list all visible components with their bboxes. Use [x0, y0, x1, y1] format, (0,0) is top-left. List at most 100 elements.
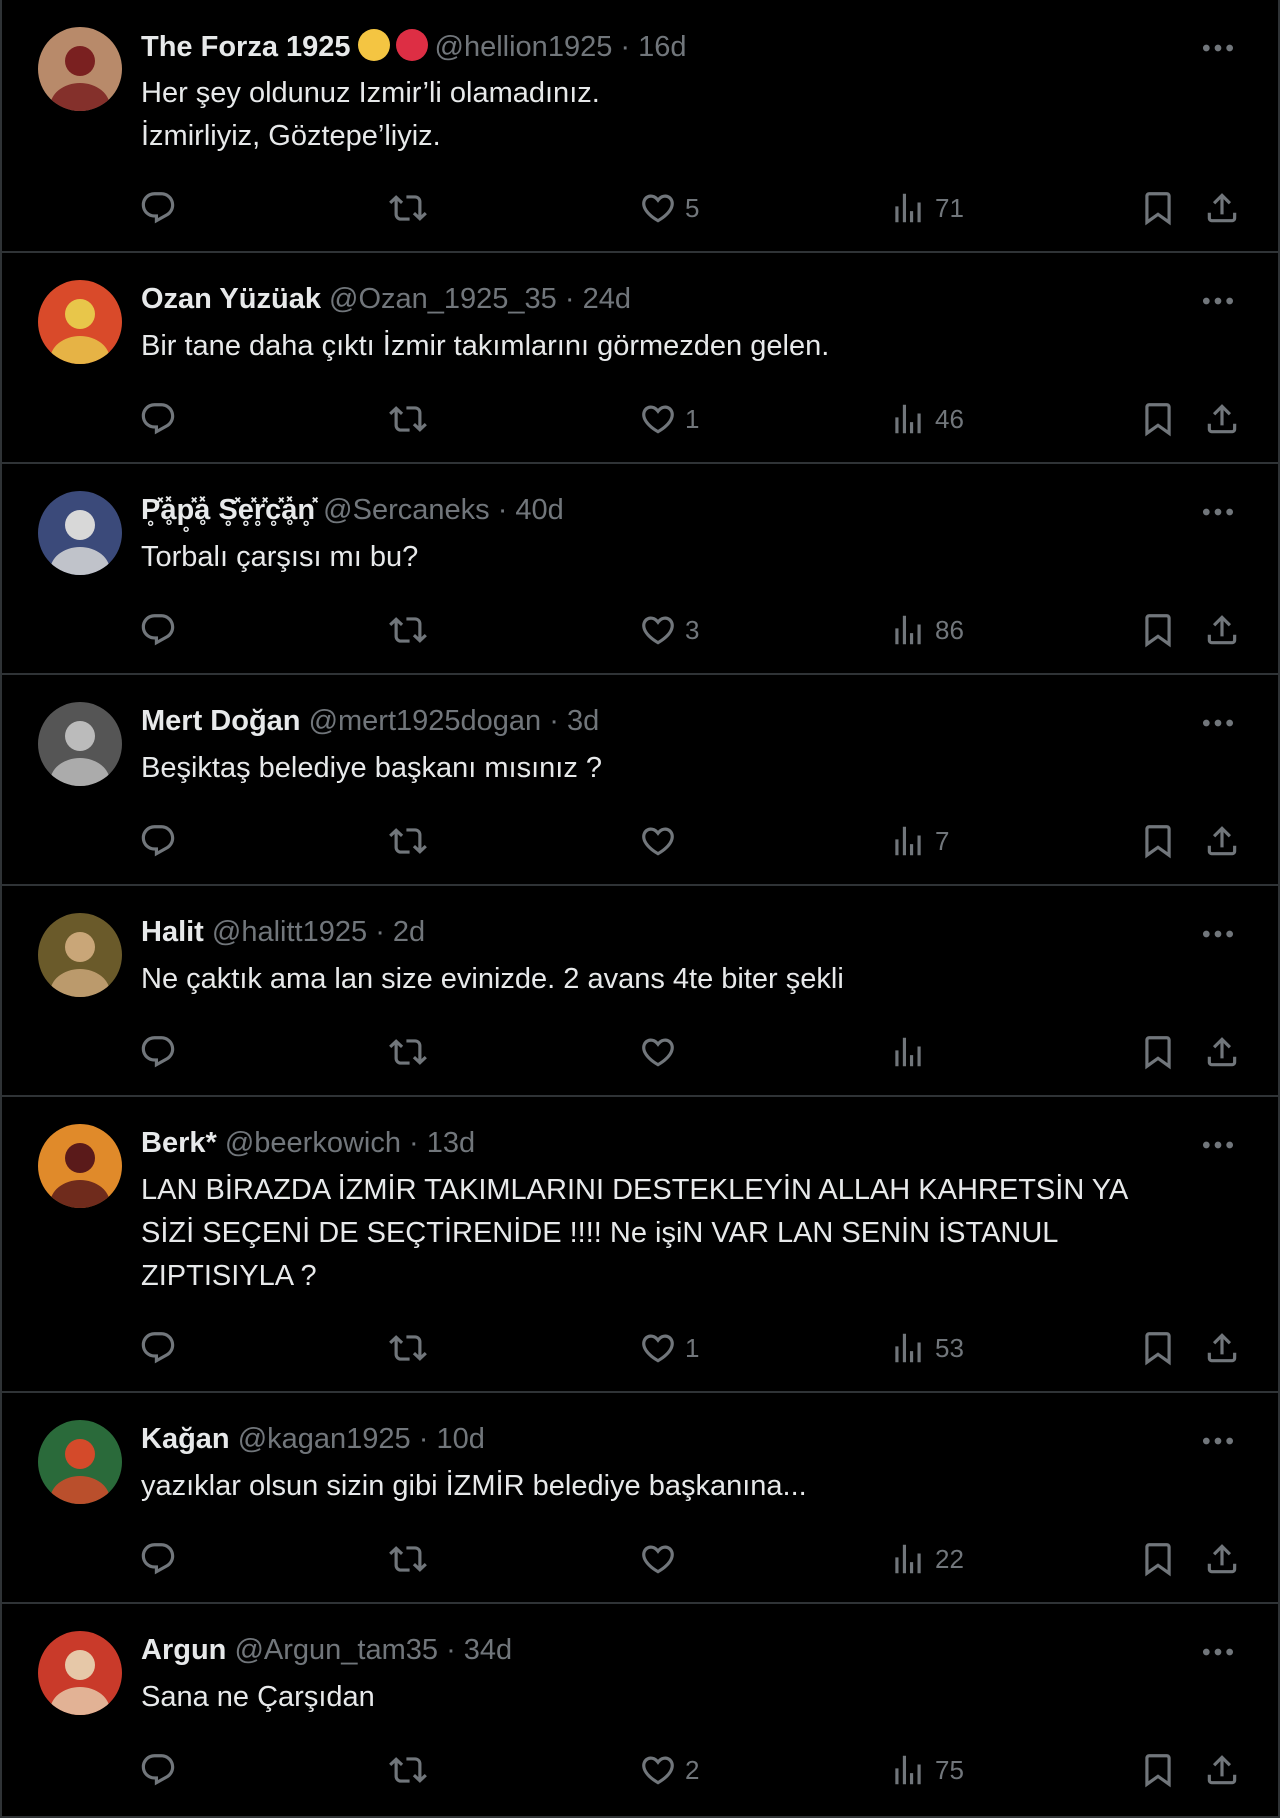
views-button[interactable]: 75 [889, 1745, 964, 1795]
author-handle[interactable]: @Sercaneks [323, 494, 489, 526]
bookmark-button[interactable] [1139, 1027, 1177, 1077]
more-options-icon[interactable] [1198, 28, 1238, 68]
share-button[interactable] [1203, 1323, 1241, 1373]
views-button[interactable]: 22 [889, 1534, 964, 1584]
share-button[interactable] [1203, 605, 1241, 655]
repost-button[interactable] [389, 816, 427, 866]
views-button[interactable]: 71 [889, 183, 964, 233]
reply-button[interactable] [139, 1027, 177, 1077]
like-button[interactable]: 1 [639, 394, 699, 444]
avatar[interactable] [38, 491, 122, 575]
like-button[interactable]: 1 [639, 1323, 699, 1373]
share-button[interactable] [1203, 1745, 1241, 1795]
avatar[interactable] [38, 280, 122, 364]
reply-button[interactable] [139, 394, 177, 444]
share-button[interactable] [1203, 183, 1241, 233]
bookmark-icon [1139, 1033, 1177, 1071]
bookmark-button[interactable] [1139, 1745, 1177, 1795]
like-button[interactable]: 3 [639, 605, 699, 655]
reply-post[interactable]: The Forza 1925 @hellion1925 · 16d Her şey … [2, 0, 1278, 253]
author-name[interactable]: P̥̽ḁ̽p̥̽ḁ̽ S̥̽e̥̽r̥̽c̥̽ḁ̽n̥̽ [141, 494, 315, 526]
author-handle[interactable]: @kagan1925 [238, 1423, 411, 1455]
reply-button[interactable] [139, 183, 177, 233]
reply-button[interactable] [139, 1534, 177, 1584]
more-options-icon[interactable] [1198, 492, 1238, 532]
repost-button[interactable] [389, 1534, 427, 1584]
bookmark-button[interactable] [1139, 1534, 1177, 1584]
post-time[interactable]: 13d [427, 1127, 475, 1159]
author-handle[interactable]: @halitt1925 [212, 916, 367, 948]
reply-post[interactable]: Argun @Argun_tam35 · 34d Sana ne Çarşıdan… [2, 1604, 1278, 1818]
reply-post[interactable]: P̥̽ḁ̽p̥̽ḁ̽ S̥̽e̥̽r̥̽c̥̽ḁ̽n̥̽ @Sercaneks … [2, 464, 1278, 675]
author-handle[interactable]: @Argun_tam35 [234, 1634, 438, 1666]
views-button[interactable]: 53 [889, 1323, 964, 1373]
reply-header: Argun @Argun_tam35 · 34d [141, 1632, 512, 1668]
like-button[interactable]: 5 [639, 183, 699, 233]
reply-post[interactable]: Kağan @kagan1925 · 10d yazıklar olsun siz… [2, 1393, 1278, 1604]
more-options-icon[interactable] [1198, 281, 1238, 321]
author-name[interactable]: Ozan Yüzüak [141, 283, 321, 315]
post-time[interactable]: 40d [515, 494, 563, 526]
author-name[interactable]: Argun [141, 1634, 226, 1666]
author-name[interactable]: The Forza 1925 [141, 31, 351, 63]
post-time[interactable]: 16d [638, 31, 686, 63]
avatar[interactable] [38, 1420, 122, 1504]
author-handle[interactable]: @beerkowich [225, 1127, 401, 1159]
share-button[interactable] [1203, 1534, 1241, 1584]
repost-button[interactable] [389, 605, 427, 655]
reply-button[interactable] [139, 605, 177, 655]
more-options-icon[interactable] [1198, 1421, 1238, 1461]
avatar[interactable] [38, 1124, 122, 1208]
repost-button[interactable] [389, 1323, 427, 1373]
like-button[interactable] [639, 816, 685, 866]
post-time[interactable]: 34d [464, 1634, 512, 1666]
author-name[interactable]: Mert Doğan [141, 705, 301, 737]
like-button[interactable] [639, 1027, 685, 1077]
bookmark-button[interactable] [1139, 1323, 1177, 1373]
avatar[interactable] [38, 702, 122, 786]
reply-post[interactable]: Mert Doğan @mert1925dogan · 3d Beşiktaş b… [2, 675, 1278, 886]
like-button[interactable] [639, 1534, 685, 1584]
avatar[interactable] [38, 913, 122, 997]
author-name[interactable]: Halit [141, 916, 204, 948]
reply-post[interactable]: Halit @halitt1925 · 2d Ne çaktık ama lan … [2, 886, 1278, 1097]
avatar[interactable] [38, 1631, 122, 1715]
reply-button[interactable] [139, 1323, 177, 1373]
views-button[interactable]: 46 [889, 394, 964, 444]
repost-button[interactable] [389, 1027, 427, 1077]
more-options-icon[interactable] [1198, 914, 1238, 954]
repost-button[interactable] [389, 183, 427, 233]
views-button[interactable]: 86 [889, 605, 964, 655]
author-handle[interactable]: @mert1925dogan [309, 705, 542, 737]
share-button[interactable] [1203, 816, 1241, 866]
post-time[interactable]: 2d [393, 916, 425, 948]
bookmark-button[interactable] [1139, 816, 1177, 866]
bookmark-button[interactable] [1139, 183, 1177, 233]
views-button[interactable]: 7 [889, 816, 949, 866]
more-options-icon[interactable] [1198, 1125, 1238, 1165]
post-time[interactable]: 10d [436, 1423, 484, 1455]
post-time[interactable]: 24d [583, 283, 631, 315]
reply-post[interactable]: Ozan Yüzüak @Ozan_1925_35 · 24d Bir tane … [2, 253, 1278, 464]
share-button[interactable] [1203, 394, 1241, 444]
repost-button[interactable] [389, 394, 427, 444]
bookmark-button[interactable] [1139, 605, 1177, 655]
like-button[interactable]: 2 [639, 1745, 699, 1795]
bookmark-button[interactable] [1139, 394, 1177, 444]
share-button[interactable] [1203, 1027, 1241, 1077]
author-name[interactable]: Berk* [141, 1127, 217, 1159]
more-options-icon[interactable] [1198, 1632, 1238, 1672]
bookmark-icon [1139, 400, 1177, 438]
reply-button[interactable] [139, 1745, 177, 1795]
repost-button[interactable] [389, 1745, 427, 1795]
reply-post[interactable]: Berk* @beerkowich · 13d LAN BİRAZDA İZMİR… [2, 1097, 1278, 1393]
more-options-icon[interactable] [1198, 703, 1238, 743]
author-name[interactable]: Kağan [141, 1423, 230, 1455]
views-button[interactable] [889, 1027, 935, 1077]
avatar[interactable] [38, 27, 122, 111]
reply-button[interactable] [139, 816, 177, 866]
repost-icon [389, 400, 427, 438]
post-time[interactable]: 3d [567, 705, 599, 737]
author-handle[interactable]: @Ozan_1925_35 [329, 283, 557, 315]
author-handle[interactable]: @hellion1925 [435, 31, 613, 63]
